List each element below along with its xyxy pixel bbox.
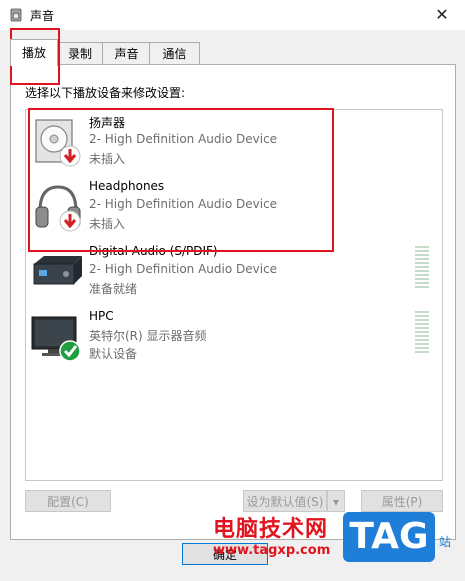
- configure-button[interactable]: 配置(C): [25, 490, 111, 512]
- set-default-dropdown[interactable]: ▾: [327, 490, 345, 512]
- device-subtitle: 2- High Definition Audio Device: [89, 197, 278, 211]
- unplugged-arrow-icon: [59, 210, 81, 232]
- volume-meter: [415, 246, 429, 288]
- device-item-speakers[interactable]: 扬声器 2- High Definition Audio Device 未插入: [26, 110, 442, 174]
- chevron-down-icon: ▾: [332, 495, 340, 509]
- device-list[interactable]: 扬声器 2- High Definition Audio Device 未插入 …: [25, 109, 443, 481]
- watermark-text: 电脑技术网: [213, 517, 329, 542]
- unplugged-arrow-icon: [59, 145, 81, 167]
- watermark-url: www.tagxp.com: [213, 543, 331, 558]
- watermark-logo: TAG: [343, 512, 435, 562]
- monitor-icon: [31, 316, 81, 362]
- speaker-icon: [10, 8, 22, 22]
- device-name: Digital Audio (S/PDIF): [89, 244, 218, 258]
- tab-sounds[interactable]: 声音: [102, 42, 151, 65]
- instruction-text: 选择以下播放设备来修改设置:: [25, 86, 186, 100]
- device-name: 扬声器: [89, 116, 126, 130]
- device-name: Headphones: [89, 179, 165, 193]
- headphones-icon: [35, 185, 81, 232]
- tab-playback[interactable]: 播放: [10, 39, 58, 66]
- device-status: 默认设备: [89, 347, 138, 361]
- device-status: 准备就绪: [89, 282, 138, 296]
- device-subtitle: 2- High Definition Audio Device: [89, 132, 278, 146]
- device-name: HPC: [89, 309, 114, 323]
- device-item-hpc[interactable]: HPC 英特尔(R) 显示器音频 默认设备: [26, 305, 442, 369]
- properties-button[interactable]: 属性(P): [361, 490, 443, 512]
- device-item-digital-audio[interactable]: Digital Audio (S/PDIF) 2- High Definitio…: [26, 240, 442, 304]
- window-title: 声音: [30, 9, 55, 23]
- title-bar: 声音 ✕: [0, 0, 465, 30]
- set-default-button[interactable]: 设为默认值(S): [243, 490, 327, 512]
- device-status: 未插入: [89, 152, 126, 166]
- tab-panel: 选择以下播放设备来修改设置: 扬声器 2- High Definition Au…: [10, 64, 456, 540]
- tab-communications[interactable]: 通信: [149, 42, 200, 65]
- close-button[interactable]: ✕: [419, 0, 465, 30]
- device-status: 未插入: [89, 217, 126, 231]
- default-check-icon: [59, 340, 81, 362]
- device-subtitle: 2- High Definition Audio Device: [89, 262, 278, 276]
- device-item-headphones[interactable]: Headphones 2- High Definition Audio Devi…: [26, 175, 442, 239]
- volume-meter: [415, 311, 429, 353]
- device-subtitle: 英特尔(R) 显示器音频: [89, 329, 207, 343]
- tab-recording[interactable]: 录制: [56, 42, 104, 65]
- receiver-icon: [33, 256, 82, 285]
- speaker-icon: [35, 119, 81, 167]
- watermark-site: 站: [439, 535, 452, 549]
